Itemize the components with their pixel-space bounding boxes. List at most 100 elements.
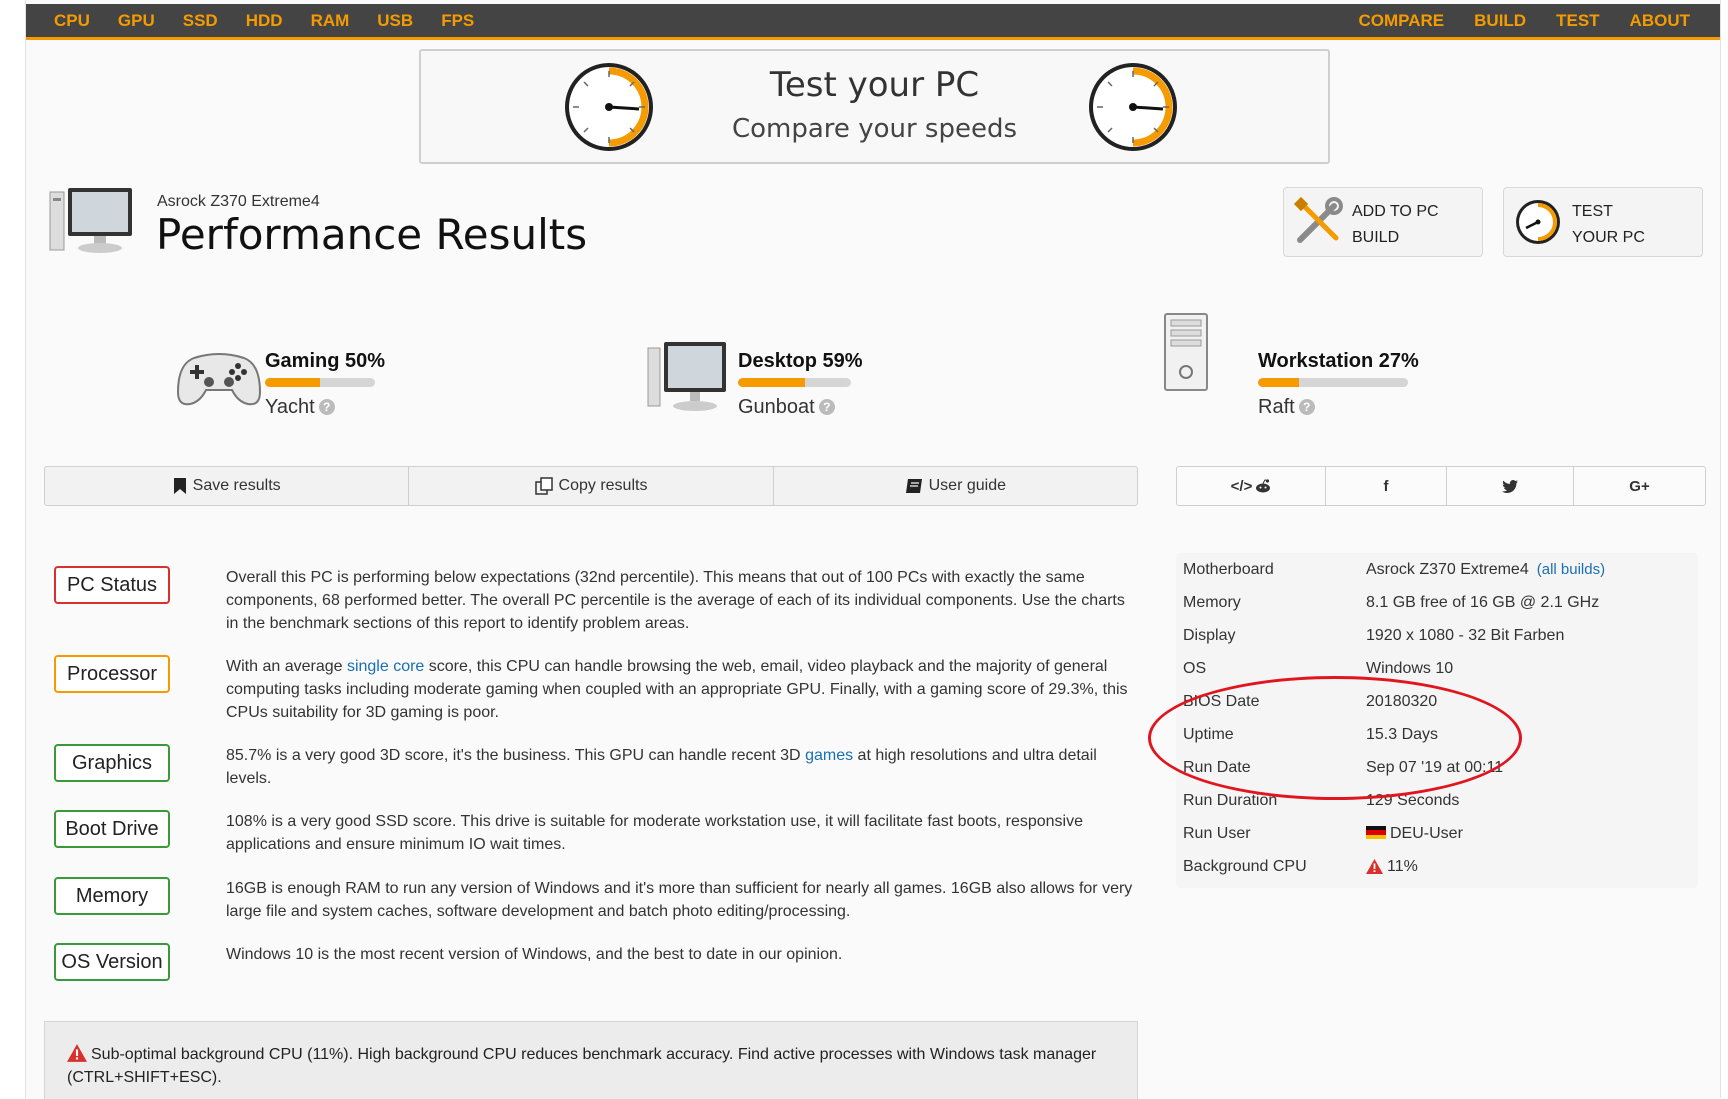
nav-fps[interactable]: FPS [441,11,474,31]
info-value: DEU-User [1366,825,1463,843]
facebook-icon: f [1383,477,1389,495]
pc-status-badge[interactable]: PC Status [54,566,170,604]
info-key: OS [1183,660,1207,677]
background-cpu-warning: Sub-optimal background CPU (11%). High b… [44,1021,1138,1099]
memory-badge[interactable]: Memory [54,877,170,915]
boot-drive-description: 108% is a very good SSD score. This driv… [226,813,1083,853]
usage-gaming-title: Gaming 50% [265,350,386,372]
test-your-pc-button[interactable]: TEST YOUR PC [1503,187,1703,257]
info-row-run-duration: Run Duration 129 Seconds [1176,792,1698,825]
usage-desktop-label: Gunboat [738,396,815,418]
test-your-pc-line2: YOUR PC [1572,229,1645,246]
os-version-badge[interactable]: OS Version [54,943,170,981]
info-row-run-user: Run User DEU-User [1176,825,1698,858]
graphics-description: 85.7% is a very good 3D score, it's the … [226,744,1136,790]
help-icon[interactable]: ? [818,399,835,415]
copy-results-button[interactable]: Copy results [409,467,774,505]
usage-gaming-bar-fill [265,378,320,387]
nav-gpu[interactable]: GPU [118,11,155,31]
nav-usb[interactable]: USB [377,11,413,31]
info-value: 15.3 Days [1366,726,1439,743]
copy-results-label: Copy results [558,477,648,494]
usage-gaming: Gaming 50% Yacht? [176,340,416,430]
warning-message: Sub-optimal background CPU (11%). High b… [67,1043,1107,1089]
info-value: Asrock Z370 Extreme4 (all builds) [1366,561,1605,579]
facebook-share-button[interactable]: f [1326,467,1447,505]
os-version-description: Windows 10 is the most recent version of… [226,946,843,963]
games-link[interactable]: games [805,747,853,764]
usage-desktop-bar [738,378,851,387]
test-your-pc-banner[interactable]: Test your PC Compare your speeds [419,49,1330,164]
usage-desktop-rating: Gunboat? [738,396,835,419]
nav-cpu[interactable]: CPU [54,11,90,31]
twitter-share-button[interactable] [1447,467,1574,505]
speed-gauge-icon [1516,200,1560,244]
processor-description: With an average single core score, this … [226,655,1136,724]
info-key: Display [1183,627,1236,644]
copy-icon [534,477,553,495]
help-icon[interactable]: ? [318,399,335,415]
graphics-badge[interactable]: Graphics [54,744,170,782]
banner-title: Test your PC [769,65,980,105]
info-key: Run User [1183,825,1251,842]
processor-badge[interactable]: Processor [54,655,170,693]
nav-compare[interactable]: COMPARE [1359,11,1445,31]
info-key: Run Date [1183,759,1251,776]
usage-workstation-bar [1258,378,1408,387]
nav-test[interactable]: TEST [1556,11,1599,31]
system-info-table: Motherboard Asrock Z370 Extreme4 (all bui… [1176,553,1698,888]
info-row-run-date: Run Date Sep 07 '19 at 00:11 [1176,759,1698,792]
info-value: 129 Seconds [1366,792,1460,809]
reddit-icon [1256,479,1271,493]
embed-reddit-button[interactable]: </> [1177,467,1326,505]
warning-icon [67,1044,87,1062]
add-to-pc-build-button[interactable]: ADD TO PC BUILD [1283,187,1483,257]
nav-build[interactable]: BUILD [1474,11,1526,31]
workstation-icon [1164,313,1208,391]
single-core-link[interactable]: single core [347,658,424,675]
bookmark-icon [173,478,186,494]
info-value: Windows 10 [1366,660,1454,677]
user-guide-label: User guide [928,477,1006,494]
desktop-icon [647,342,726,411]
info-value: Sep 07 '19 at 00:11 [1366,759,1504,776]
usage-gaming-label: Yacht [265,396,315,418]
warning-icon [1366,859,1383,874]
help-icon[interactable]: ? [1298,399,1315,415]
twitter-icon [1502,479,1518,493]
info-row-uptime: Uptime 15.3 Days [1176,726,1698,759]
germany-flag-icon [1366,826,1386,839]
all-builds-link[interactable]: (all builds) [1537,561,1605,578]
info-value: 20180320 [1366,693,1438,710]
info-key: Motherboard [1183,561,1274,578]
nav-right-group: COMPARE BUILD TEST ABOUT [1329,4,1691,37]
desktop-pc-icon [49,188,132,253]
speed-gauge-icon [1089,63,1177,151]
info-value: 11% [1366,858,1418,876]
boot-drive-badge[interactable]: Boot Drive [54,810,170,848]
nav-ram[interactable]: RAM [311,11,350,31]
usage-workstation: Workstation 27% Raft? [1161,313,1431,430]
save-results-button[interactable]: Save results [45,467,410,505]
nav-about[interactable]: ABOUT [1630,11,1690,31]
info-key: Background CPU [1183,858,1307,875]
motherboard-value: Asrock Z370 Extreme4 [1366,561,1529,578]
warning-text: Sub-optimal background CPU (11%). High b… [67,1046,1097,1086]
nav-hdd[interactable]: HDD [246,11,283,31]
embed-code-icon: </> [1230,477,1253,495]
nav-ssd[interactable]: SSD [183,11,218,31]
background-cpu-value: 11% [1387,858,1418,875]
banner-subtitle: Compare your speeds [731,114,1018,144]
info-row-memory: Memory 8.1 GB free of 16 GB @ 2.1 GHz [1176,594,1698,627]
usage-workstation-label: Raft [1258,396,1295,418]
user-guide-button[interactable]: User guide [774,467,1137,505]
test-your-pc-line1: TEST [1572,203,1613,220]
book-icon [905,479,922,493]
gamepad-icon [176,353,262,406]
processor-text-part1: With an average [226,658,347,675]
add-to-pc-build-label: ADD TO PC BUILD [1352,199,1439,251]
info-row-bios-date: BIOS Date 20180320 [1176,693,1698,726]
google-plus-share-button[interactable]: G+ [1574,467,1705,505]
save-results-label: Save results [192,477,281,494]
test-your-pc-label: TEST YOUR PC [1572,199,1645,251]
